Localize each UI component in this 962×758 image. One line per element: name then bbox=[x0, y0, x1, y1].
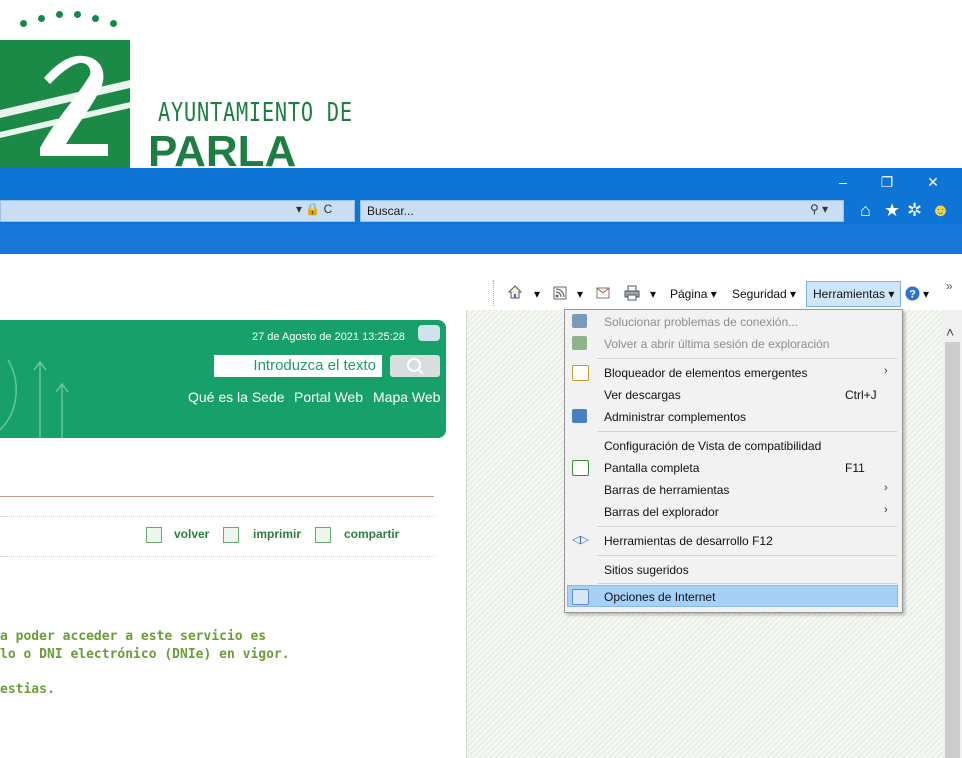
menu-separator bbox=[597, 431, 897, 432]
menu-item-opciones-internet[interactable]: Opciones de Internet bbox=[604, 590, 715, 604]
shortcut-f11: F11 bbox=[845, 461, 865, 475]
menu-item-bloqueador[interactable]: Bloqueador de elementos emergentes bbox=[604, 366, 807, 380]
menu-item-pantalla-completa[interactable]: Pantalla completa bbox=[604, 461, 699, 475]
scrollbar-thumb[interactable] bbox=[945, 342, 960, 758]
logo-dot bbox=[38, 15, 45, 22]
decorative-arrows-icon bbox=[0, 359, 69, 438]
link-que-es-la-sede[interactable]: Qué es la Sede bbox=[188, 389, 285, 405]
volver-link[interactable]: volver bbox=[174, 527, 209, 541]
tab-strip bbox=[0, 224, 962, 254]
menu-item-ver-descargas[interactable]: Ver descargas bbox=[604, 388, 681, 402]
menu-item-herramientas-desarrollo[interactable]: Herramientas de desarrollo F12 bbox=[604, 534, 773, 548]
pagina-menu[interactable]: Página ▾ bbox=[670, 287, 717, 301]
scroll-up-icon[interactable]: ˄ bbox=[946, 324, 954, 340]
home-icon[interactable]: ⌂ bbox=[860, 200, 871, 221]
menu-item-barras-herramientas[interactable]: Barras de herramientas bbox=[604, 483, 729, 497]
menu-item-vista-compatibilidad[interactable]: Configuración de Vista de compatibilidad bbox=[604, 439, 821, 453]
logo-dot bbox=[56, 11, 63, 18]
svg-text:?: ? bbox=[909, 289, 916, 301]
compartir-link[interactable]: compartir bbox=[344, 527, 399, 541]
smiley-icon[interactable]: ☻ bbox=[931, 200, 950, 221]
search-dropdown-icon[interactable]: ⚲ ▾ bbox=[810, 202, 828, 216]
submenu-arrow-icon: › bbox=[884, 365, 888, 377]
submenu-arrow-icon: › bbox=[884, 482, 888, 494]
gear-icon[interactable]: ✲ bbox=[907, 200, 922, 221]
mail-icon[interactable] bbox=[596, 287, 610, 299]
site-search-input[interactable]: Introduzca el texto bbox=[214, 355, 382, 377]
restore-button[interactable]: ❐ bbox=[870, 168, 904, 196]
logo-text-parla: PARLA bbox=[148, 130, 297, 168]
link-portal-web[interactable]: Portal Web bbox=[294, 389, 363, 405]
connection-repair-icon bbox=[572, 314, 587, 328]
seguridad-menu[interactable]: Seguridad ▾ bbox=[732, 287, 796, 301]
divider bbox=[0, 516, 434, 517]
close-button[interactable]: ✕ bbox=[916, 168, 950, 196]
menu-separator bbox=[597, 358, 897, 359]
search-icon bbox=[407, 358, 424, 375]
site-search-button[interactable] bbox=[390, 355, 440, 377]
fullscreen-icon bbox=[572, 460, 589, 476]
chat-help-icon[interactable] bbox=[418, 325, 440, 341]
star-icon[interactable]: ★ bbox=[884, 200, 900, 221]
feeds-dropdown[interactable]: ▾ bbox=[577, 287, 583, 301]
body-text-line: lo o DNI electrónico (DNIe) en vigor. bbox=[0, 647, 290, 662]
herramientas-menu[interactable]: Herramientas ▾ bbox=[806, 281, 901, 307]
browser-search-input[interactable]: Buscar... bbox=[360, 200, 844, 222]
link-mapa-web[interactable]: Mapa Web bbox=[373, 389, 440, 405]
divider bbox=[0, 496, 434, 497]
shortcut-ctrl-j: Ctrl+J bbox=[845, 388, 877, 402]
logo-text-ayuntamiento: AYUNTAMIENTO DE bbox=[158, 98, 353, 128]
logo-dot bbox=[20, 20, 27, 27]
window-titlebar: – ❐ ✕ bbox=[0, 168, 962, 196]
minimize-button[interactable]: – bbox=[826, 168, 860, 196]
print-page-icon[interactable] bbox=[223, 527, 239, 543]
menu-separator bbox=[597, 555, 897, 556]
body-text-line: a poder acceder a este servicio es bbox=[0, 629, 267, 644]
body-text-line: estias. bbox=[0, 682, 55, 697]
menu-item-administrar-complementos[interactable]: Administrar complementos bbox=[604, 410, 746, 424]
share-icon[interactable] bbox=[315, 527, 331, 543]
print-dropdown[interactable]: ▾ bbox=[650, 287, 656, 301]
addons-icon bbox=[572, 409, 587, 423]
menu-item-barras-explorador[interactable]: Barras del explorador bbox=[604, 505, 719, 519]
developer-tools-icon: ◁▷ bbox=[572, 534, 589, 546]
menu-separator bbox=[597, 583, 897, 584]
internet-options-icon bbox=[572, 589, 589, 605]
home-icon[interactable] bbox=[507, 284, 523, 300]
current-datetime: 27 de Agosto de 2021 13:25:28 bbox=[252, 331, 405, 343]
help-dropdown[interactable]: ▾ bbox=[923, 287, 929, 301]
command-overflow[interactable]: » bbox=[946, 279, 953, 293]
command-bar-divider bbox=[493, 280, 495, 306]
menu-item-solucionar-problemas[interactable]: Solucionar problemas de conexión... bbox=[604, 315, 798, 329]
back-icon[interactable] bbox=[146, 527, 162, 543]
print-icon[interactable] bbox=[624, 285, 640, 301]
submenu-arrow-icon: › bbox=[884, 504, 888, 516]
site-logo-area bbox=[0, 0, 962, 168]
reopen-session-icon bbox=[572, 336, 587, 350]
menu-item-sitios-sugeridos[interactable]: Sitios sugeridos bbox=[604, 563, 689, 577]
imprimir-link[interactable]: imprimir bbox=[253, 527, 301, 541]
logo-dot bbox=[110, 20, 117, 27]
menu-separator bbox=[597, 526, 897, 527]
help-icon[interactable]: ? bbox=[905, 286, 920, 301]
feeds-icon[interactable] bbox=[553, 286, 567, 300]
menu-item-volver-a-abrir[interactable]: Volver a abrir última sesión de explorac… bbox=[604, 337, 829, 351]
home-dropdown[interactable]: ▾ bbox=[534, 287, 540, 301]
divider bbox=[0, 556, 434, 557]
popup-blocker-icon bbox=[572, 365, 589, 381]
logo-dot bbox=[92, 15, 99, 22]
parla-logo-emblem bbox=[0, 40, 130, 168]
address-icons[interactable]: ▾ 🔒 C bbox=[296, 202, 332, 216]
logo-dot bbox=[74, 11, 81, 18]
